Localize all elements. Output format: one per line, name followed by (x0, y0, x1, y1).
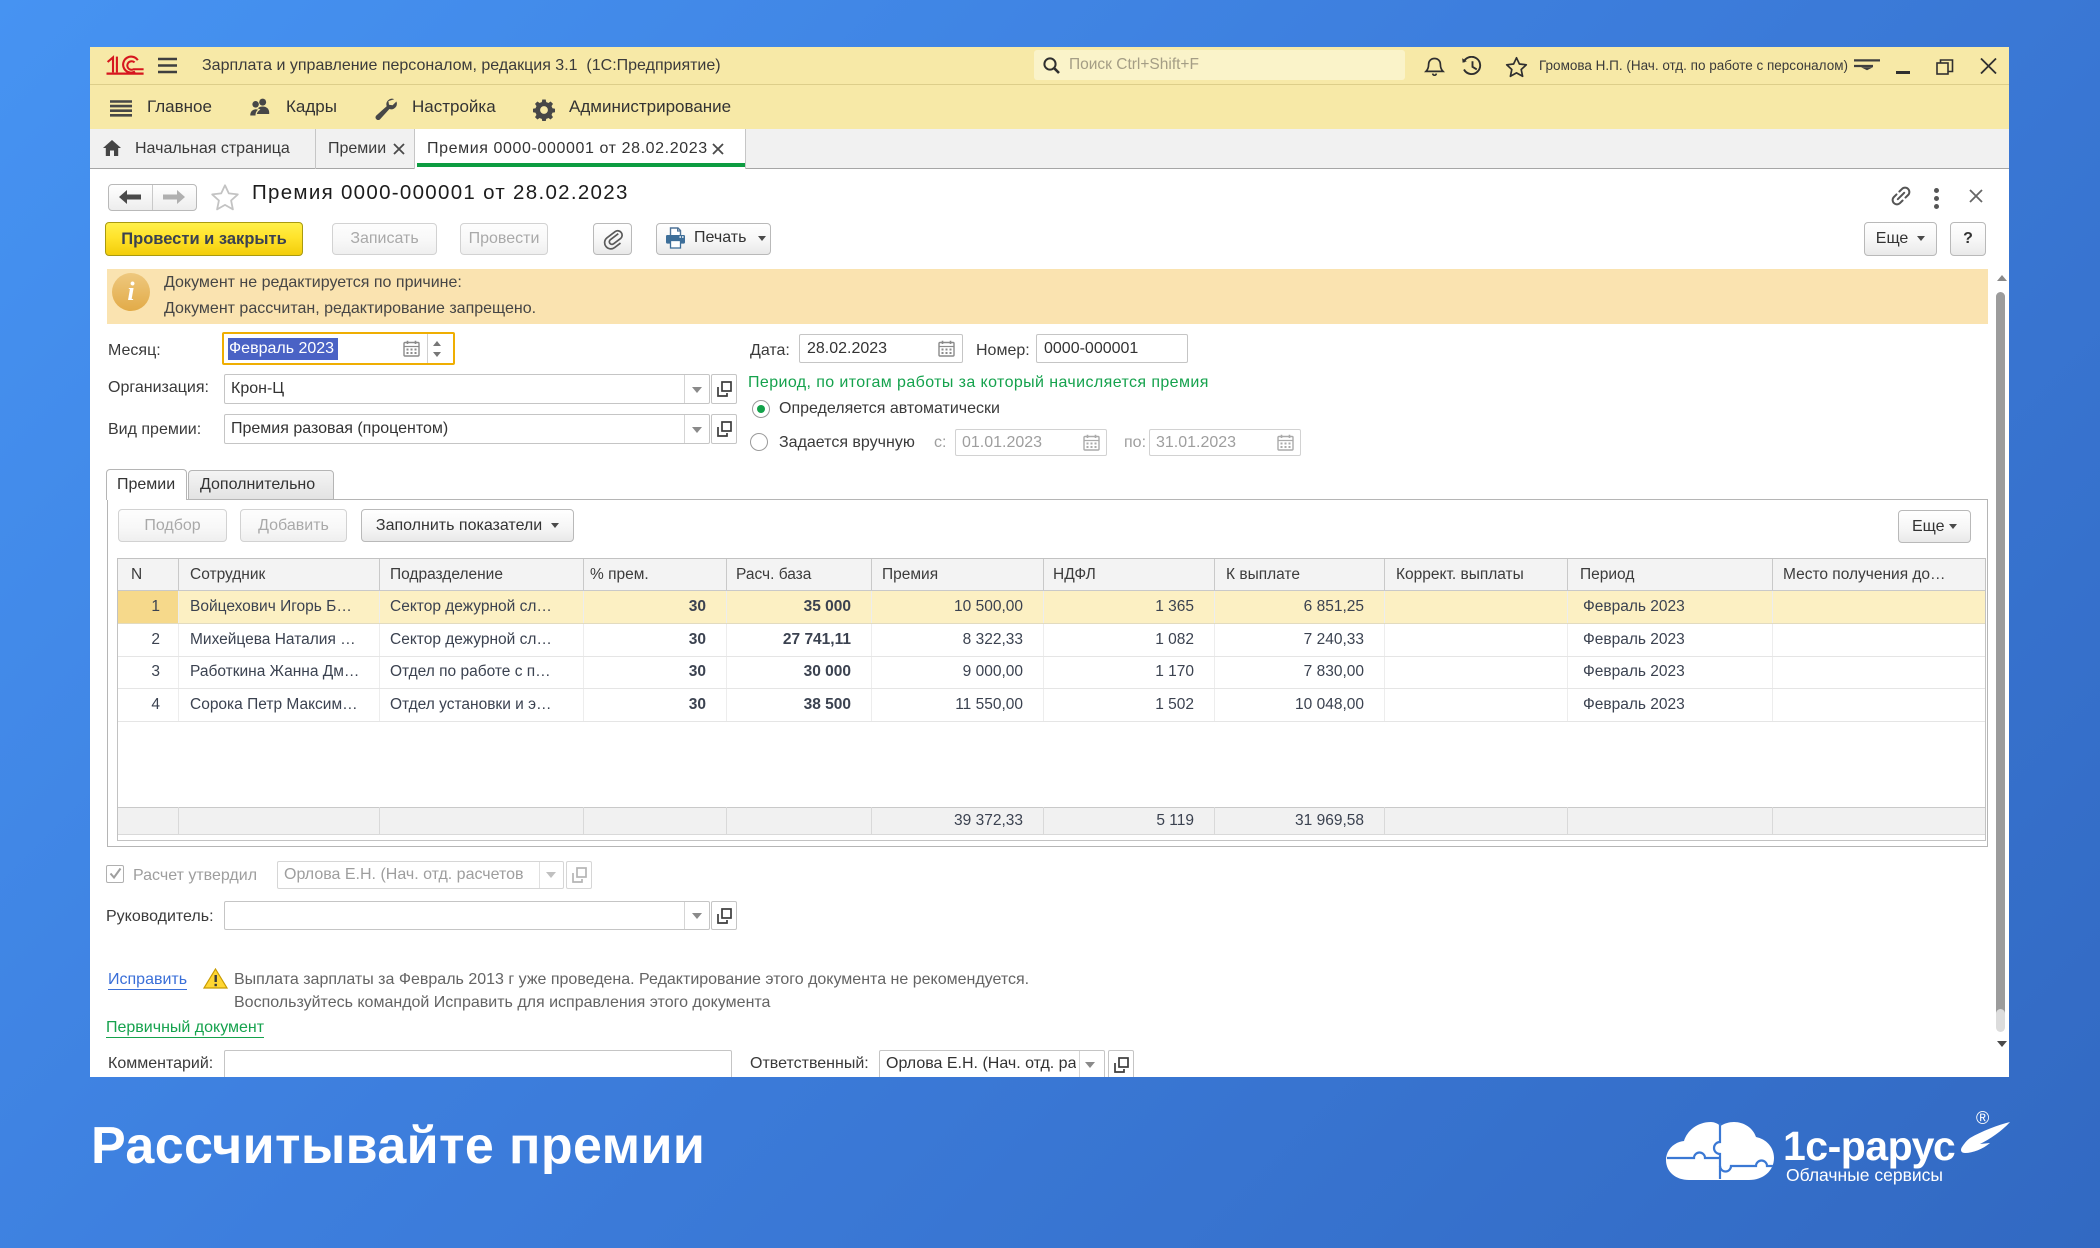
svg-text:Облачные сервисы: Облачные сервисы (1786, 1165, 1943, 1185)
svg-text:1с-рарус: 1с-рарус (1783, 1123, 1955, 1169)
svg-text:®: ® (1976, 1108, 1989, 1128)
